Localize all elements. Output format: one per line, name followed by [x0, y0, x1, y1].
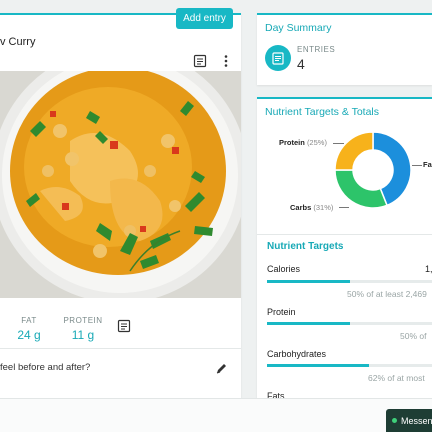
notes-icon[interactable] — [117, 319, 131, 338]
donut-slice-protein — [334, 131, 374, 171]
divider — [0, 348, 241, 349]
legend-carbs-name: Carbs — [290, 203, 312, 212]
donut-slice-carbs — [334, 169, 388, 209]
entries-label: ENTRIES — [297, 45, 336, 54]
legend-carbs-pct: (31%) — [313, 203, 334, 212]
target-label-carbohydrates: Carbohydrates — [267, 349, 327, 359]
entry-title: v Curry — [0, 36, 36, 48]
carbs-progress-bar — [267, 364, 432, 367]
food-photo — [0, 71, 241, 298]
protein-macro: PROTEIN 11 g — [62, 316, 104, 342]
target-label-protein: Protein — [267, 307, 296, 317]
messenger-label: Messen — [401, 415, 432, 426]
legend-protein-pct: (25%) — [306, 138, 327, 147]
day-summary-title: Day Summary — [265, 22, 332, 34]
list-icon — [265, 45, 291, 71]
protein-progress-fill — [267, 322, 350, 325]
legend-carbs: Carbs (31%) — [290, 203, 333, 212]
protein-note: 50% of — [400, 331, 427, 341]
target-value-calories: 1, — [425, 264, 432, 274]
calories-progress-fill — [267, 280, 350, 283]
add-entry-button[interactable]: Add entry — [176, 8, 233, 29]
protein-progress-bar — [267, 322, 432, 325]
divider — [257, 234, 432, 235]
carbs-progress-fill — [267, 364, 370, 367]
target-label-calories: Calories — [267, 264, 301, 274]
entries-value: 4 — [297, 56, 305, 72]
legend-fat: Fa — [423, 160, 432, 169]
carbs-note: 62% of at most — [368, 373, 425, 383]
macro-donut-chart — [334, 131, 412, 209]
protein-value: 11 g — [71, 328, 95, 342]
fat-macro: FAT 24 g — [12, 316, 46, 342]
legend-protein: Protein (25%) — [279, 138, 327, 147]
fat-value: 24 g — [17, 328, 41, 342]
legend-fat-name: Fa — [423, 160, 432, 169]
nutrient-targets-title: Nutrient Targets — [267, 241, 344, 252]
fat-label: FAT — [21, 316, 37, 325]
leader-line — [412, 165, 422, 166]
protein-label: PROTEIN — [63, 316, 103, 325]
leader-line — [339, 207, 349, 208]
messenger-button[interactable]: Messen — [386, 409, 432, 432]
leader-line — [333, 143, 344, 144]
feeling-question: feel before and after? — [0, 362, 91, 373]
legend-protein-name: Protein — [279, 138, 305, 147]
nutrient-totals-title: Nutrient Targets & Totals — [265, 106, 380, 118]
calories-progress-bar — [267, 280, 432, 283]
calories-note: 50% of at least 2,469 — [347, 289, 427, 299]
pencil-icon[interactable] — [215, 362, 228, 380]
footer-bar — [0, 398, 432, 432]
online-dot-icon — [392, 418, 397, 423]
